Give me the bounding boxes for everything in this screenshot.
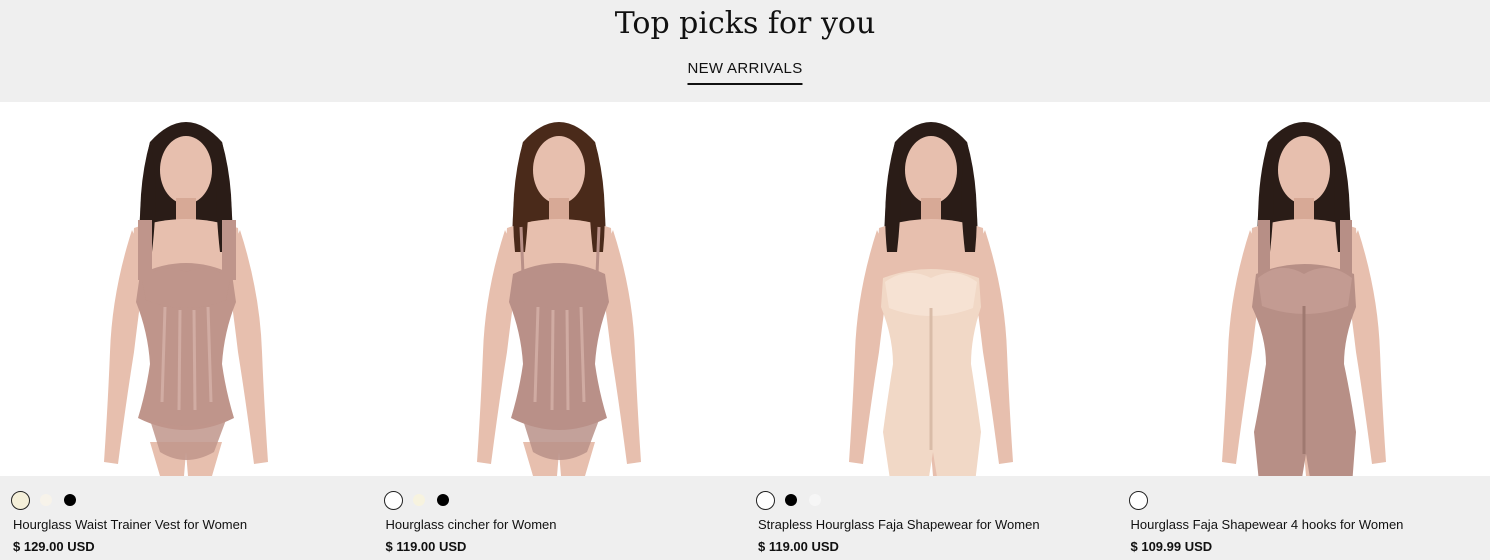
color-swatch[interactable] [785,494,797,506]
product-info: Hourglass cincher for Women $ 119.00 USD [372,476,745,560]
product-name[interactable]: Hourglass cincher for Women [386,517,557,532]
model-in-mocha-waist-trainer-vest [0,102,372,476]
color-swatch[interactable] [383,490,403,510]
color-swatches [11,490,78,510]
product-name[interactable]: Hourglass Faja Shapewear 4 hooks for Wom… [1131,517,1404,532]
product-card[interactable]: Hourglass Faja Shapewear 4 hooks for Wom… [1117,102,1490,560]
product-price: $ 109.99 USD [1130,539,1213,554]
product-card[interactable]: Strapless Hourglass Faja Shapewear for W… [745,102,1118,560]
product-image[interactable] [745,102,1118,476]
section-header: Top picks for you NEW ARRIVALS [0,0,1490,102]
product-name[interactable]: Strapless Hourglass Faja Shapewear for W… [758,517,1040,532]
product-price: $ 119.00 USD [758,539,839,554]
product-image[interactable] [372,102,745,476]
product-card[interactable]: Hourglass cincher for Women $ 119.00 USD [372,102,745,560]
color-swatch[interactable] [809,494,821,506]
product-grid: Hourglass Waist Trainer Vest for Women $… [0,102,1490,560]
product-price: $ 129.00 USD [13,539,95,554]
model-in-mocha-cincher [372,102,745,476]
product-name[interactable]: Hourglass Waist Trainer Vest for Women [13,517,247,532]
color-swatch[interactable] [1128,490,1148,510]
model-in-beige-strapless-faja [745,102,1117,476]
product-price: $ 119.00 USD [385,539,467,554]
color-swatch[interactable] [756,490,775,510]
color-swatch[interactable] [412,494,425,506]
section-title: Top picks for you [614,6,876,41]
product-image[interactable] [1117,102,1490,476]
color-swatch[interactable] [436,494,449,506]
product-image[interactable] [0,102,373,476]
product-info: Hourglass Faja Shapewear 4 hooks for Wom… [1117,476,1490,560]
product-info: Hourglass Waist Trainer Vest for Women $… [0,476,373,560]
tab-new-arrivals[interactable]: NEW ARRIVALS [687,60,803,85]
color-swatches [756,490,823,510]
color-swatch[interactable] [11,490,30,510]
color-swatch[interactable] [64,494,76,506]
color-swatch[interactable] [40,494,52,506]
product-card[interactable]: Hourglass Waist Trainer Vest for Women $… [0,102,373,560]
color-swatches [1128,490,1148,510]
color-swatches [383,490,451,510]
model-in-mocha-faja-shapewear [1117,102,1490,476]
product-info: Strapless Hourglass Faja Shapewear for W… [745,476,1118,560]
